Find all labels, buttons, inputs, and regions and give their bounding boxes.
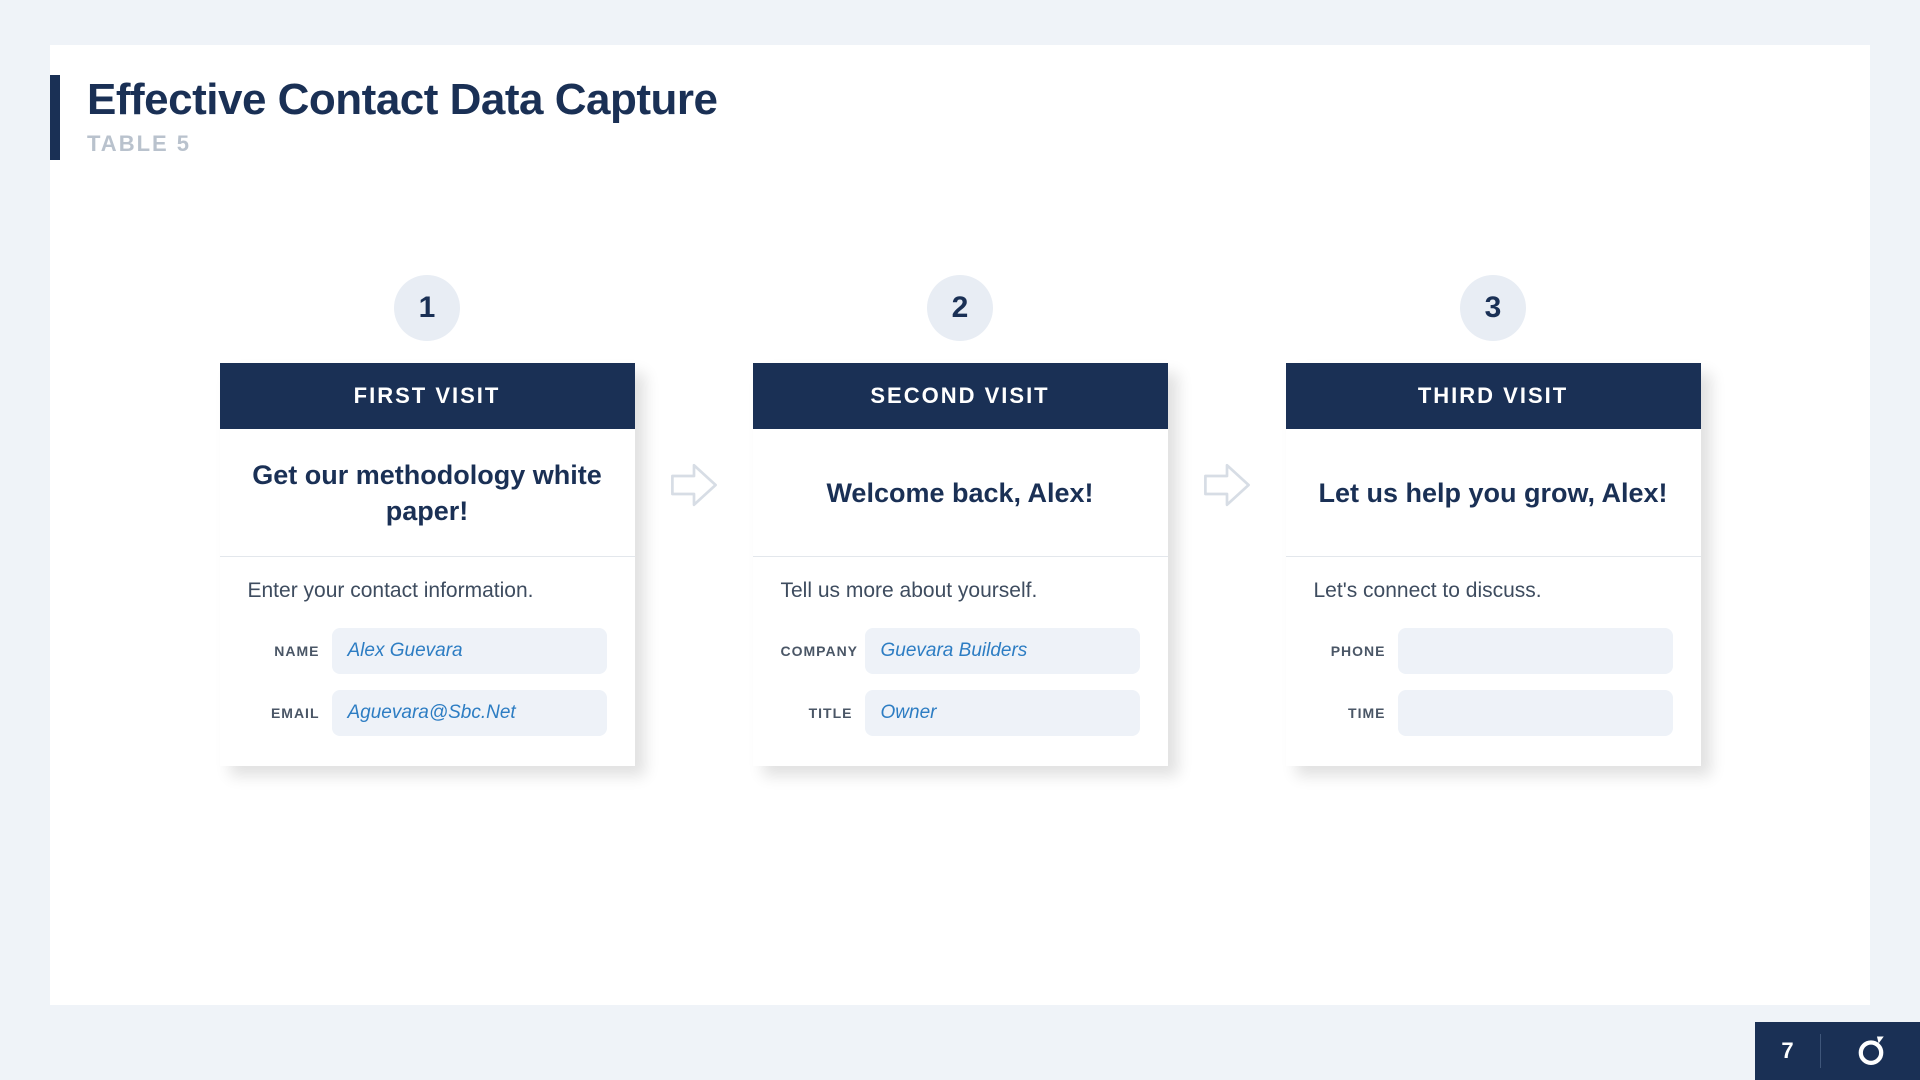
- card-column-1: 1 FIRST VISIT Get our methodology white …: [220, 275, 635, 766]
- field-name: NAME Alex Guevara: [248, 628, 607, 674]
- time-input[interactable]: [1398, 690, 1673, 736]
- card-column-2: 2 SECOND VISIT Welcome back, Alex! Tell …: [753, 275, 1168, 766]
- page-number: 7: [1755, 1038, 1820, 1064]
- card-instruction: Enter your contact information.: [248, 579, 607, 603]
- card-body: Let's connect to discuss. PHONE TIME: [1286, 557, 1701, 766]
- arrow-2: [1168, 275, 1286, 695]
- name-input[interactable]: Alex Guevara: [332, 628, 607, 674]
- step-number: 2: [927, 275, 993, 341]
- company-input[interactable]: Guevara Builders: [865, 628, 1140, 674]
- field-time: TIME: [1314, 690, 1673, 736]
- field-label: NAME: [248, 643, 320, 659]
- card-instruction: Tell us more about yourself.: [781, 579, 1140, 603]
- card-instruction: Let's connect to discuss.: [1314, 579, 1673, 603]
- arrow-1: [635, 275, 753, 695]
- field-title: TITLE Owner: [781, 690, 1140, 736]
- field-phone: PHONE: [1314, 628, 1673, 674]
- field-label: TITLE: [781, 705, 853, 721]
- cards-row: 1 FIRST VISIT Get our methodology white …: [50, 275, 1870, 766]
- title-input[interactable]: Owner: [865, 690, 1140, 736]
- phone-input[interactable]: [1398, 628, 1673, 674]
- field-label: EMAIL: [248, 705, 320, 721]
- footer-badge: 7: [1755, 1022, 1920, 1080]
- card-header: FIRST VISIT: [220, 363, 635, 429]
- field-label: TIME: [1314, 705, 1386, 721]
- card-column-3: 3 THIRD VISIT Let us help you grow, Alex…: [1286, 275, 1701, 766]
- card-title: Let us help you grow, Alex!: [1286, 429, 1701, 557]
- arrow-right-icon: [667, 458, 721, 512]
- logo-icon: [1854, 1034, 1888, 1068]
- card-body: Enter your contact information. NAME Ale…: [220, 557, 635, 766]
- brand-logo: [1821, 1034, 1920, 1068]
- slide-canvas: Effective Contact Data Capture TABLE 5 1…: [50, 45, 1870, 1005]
- email-input[interactable]: Aguevara@Sbc.Net: [332, 690, 607, 736]
- slide-subtitle: TABLE 5: [87, 131, 717, 157]
- card-title: Get our methodology white paper!: [220, 429, 635, 557]
- visit-card-1: FIRST VISIT Get our methodology white pa…: [220, 363, 635, 766]
- field-email: EMAIL Aguevara@Sbc.Net: [248, 690, 607, 736]
- field-company: COMPANY Guevara Builders: [781, 628, 1140, 674]
- title-bar: Effective Contact Data Capture TABLE 5: [50, 75, 717, 160]
- step-number: 1: [394, 275, 460, 341]
- slide-title: Effective Contact Data Capture: [87, 75, 717, 125]
- card-body: Tell us more about yourself. COMPANY Gue…: [753, 557, 1168, 766]
- arrow-right-icon: [1200, 458, 1254, 512]
- card-title: Welcome back, Alex!: [753, 429, 1168, 557]
- card-header: SECOND VISIT: [753, 363, 1168, 429]
- visit-card-3: THIRD VISIT Let us help you grow, Alex! …: [1286, 363, 1701, 766]
- step-number: 3: [1460, 275, 1526, 341]
- card-header: THIRD VISIT: [1286, 363, 1701, 429]
- field-label: PHONE: [1314, 643, 1386, 659]
- field-label: COMPANY: [781, 643, 853, 659]
- visit-card-2: SECOND VISIT Welcome back, Alex! Tell us…: [753, 363, 1168, 766]
